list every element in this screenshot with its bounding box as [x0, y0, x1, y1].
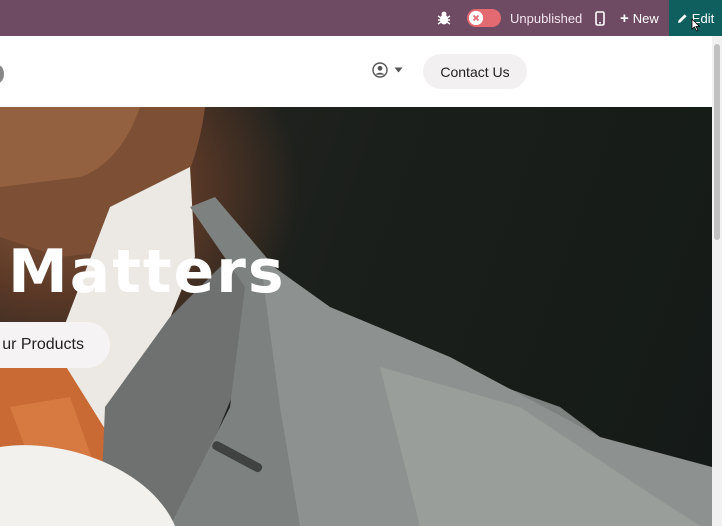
hero-background-image: [0, 107, 712, 526]
hero-banner: Matters ur Products: [0, 107, 712, 526]
mobile-preview-button[interactable]: [592, 0, 608, 36]
user-circle-icon: [372, 62, 388, 78]
plus-icon: +: [620, 9, 629, 27]
page-scrollbar[interactable]: [712, 36, 722, 526]
mouse-pointer-icon: [691, 18, 701, 32]
new-label: New: [632, 10, 659, 26]
user-menu-button[interactable]: [372, 62, 403, 78]
new-button[interactable]: + New: [620, 0, 659, 36]
debug-button[interactable]: [434, 0, 454, 36]
caret-down-icon: [394, 67, 403, 73]
publish-toggle[interactable]: [467, 0, 503, 36]
hero-title: Matters: [8, 237, 286, 307]
mobile-icon: [595, 10, 605, 26]
scrollbar-thumb[interactable]: [714, 44, 720, 240]
bug-icon: [437, 11, 451, 25]
publish-status-label[interactable]: Unpublished: [510, 0, 582, 36]
toggle-track: [467, 9, 501, 27]
hero-products-button[interactable]: ur Products: [0, 322, 110, 368]
pencil-icon: [677, 13, 687, 23]
contact-us-button[interactable]: Contact Us: [423, 54, 527, 89]
site-header: Contact Us: [0, 36, 712, 108]
editor-topbar: Unpublished + New Edit: [0, 0, 722, 36]
toggle-x-icon: [469, 11, 483, 25]
logo[interactable]: [0, 65, 4, 83]
